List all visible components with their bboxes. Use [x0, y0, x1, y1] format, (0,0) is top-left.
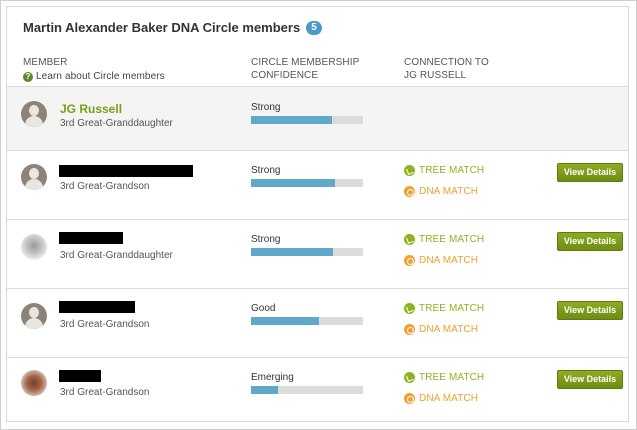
member-row: 3rd Great-Grandson Emerging TREE MATCH D…	[7, 357, 628, 421]
confidence-bar	[251, 116, 363, 124]
tree-match-icon	[404, 372, 415, 383]
dna-match-icon	[404, 324, 415, 335]
connection-column-header: CONNECTION TO JG RUSSELL	[404, 56, 489, 82]
confidence-header-line2: CONFIDENCE	[251, 70, 319, 81]
dna-match-label: DNA MATCH	[419, 393, 479, 404]
confidence-bar-fill	[251, 317, 320, 325]
dna-circle-panel: Martin Alexander Baker DNA Circle member…	[6, 6, 629, 422]
member-count-badge: 5	[306, 20, 322, 35]
confidence-label: Strong	[251, 234, 281, 245]
tree-match-icon	[404, 234, 415, 245]
tree-match-label: TREE MATCH	[419, 234, 485, 245]
avatar	[21, 101, 47, 127]
connection-header-line1: CONNECTION TO	[404, 57, 489, 68]
confidence-label: Strong	[251, 165, 281, 176]
tree-match-link[interactable]: TREE MATCH	[404, 165, 484, 176]
dna-match-link[interactable]: DNA MATCH	[404, 255, 478, 266]
relationship-text: 3rd Great-Grandson	[60, 319, 150, 330]
member-row: 3rd Great-Grandson Good TREE MATCH DNA M…	[7, 288, 628, 358]
member-row: 3rd Great-Granddaughter Strong TREE MATC…	[7, 219, 628, 289]
learn-link-label: Learn about Circle members	[36, 71, 165, 82]
dna-match-icon	[404, 186, 415, 197]
avatar	[21, 303, 47, 329]
member-name-link[interactable]: JG Russell	[60, 102, 122, 116]
member-column-header: MEMBER ? Learn about Circle members	[23, 56, 165, 83]
view-details-button[interactable]: View Details	[557, 163, 623, 182]
dna-match-label: DNA MATCH	[419, 324, 479, 335]
avatar	[21, 164, 47, 190]
confidence-bar	[251, 248, 363, 256]
member-row-self: JG Russell 3rd Great-Granddaughter Stron…	[7, 86, 628, 151]
confidence-bar	[251, 179, 363, 187]
dna-match-link[interactable]: DNA MATCH	[404, 324, 478, 335]
relationship-text: 3rd Great-Granddaughter	[60, 118, 173, 129]
member-header-label: MEMBER	[23, 57, 68, 68]
confidence-bar	[251, 386, 363, 394]
dna-match-label: DNA MATCH	[419, 255, 479, 266]
tree-match-label: TREE MATCH	[419, 303, 485, 314]
view-details-button[interactable]: View Details	[557, 301, 623, 320]
confidence-column-header: CIRCLE MEMBERSHIP CONFIDENCE	[251, 56, 359, 82]
tree-match-label: TREE MATCH	[419, 372, 485, 383]
view-details-button[interactable]: View Details	[557, 232, 623, 251]
redacted-name	[59, 370, 101, 382]
confidence-header-line1: CIRCLE MEMBERSHIP	[251, 57, 360, 68]
avatar	[21, 370, 47, 396]
question-circle-icon: ?	[23, 71, 33, 82]
dna-match-label: DNA MATCH	[419, 186, 479, 197]
dna-match-icon	[404, 393, 415, 404]
confidence-bar	[251, 317, 363, 325]
confidence-bar-fill	[251, 179, 335, 187]
connection-header-line2: JG RUSSELL	[404, 70, 467, 81]
confidence-label: Good	[251, 303, 276, 314]
avatar	[21, 234, 47, 260]
redacted-name	[59, 232, 123, 244]
dna-match-icon	[404, 255, 415, 266]
title-text: Martin Alexander Baker DNA Circle member…	[23, 20, 301, 35]
confidence-label: Strong	[251, 102, 281, 113]
tree-match-icon	[404, 165, 415, 176]
confidence-bar-fill	[251, 116, 332, 124]
window-frame: Martin Alexander Baker DNA Circle member…	[0, 0, 637, 430]
dna-match-link[interactable]: DNA MATCH	[404, 186, 478, 197]
relationship-text: 3rd Great-Grandson	[60, 387, 150, 398]
confidence-bar-fill	[251, 248, 333, 256]
relationship-text: 3rd Great-Granddaughter	[60, 250, 173, 261]
redacted-name	[59, 301, 135, 313]
member-row: 3rd Great-Grandson Strong TREE MATCH DNA…	[7, 150, 628, 220]
dna-match-link[interactable]: DNA MATCH	[404, 393, 478, 404]
confidence-label: Emerging	[251, 372, 294, 383]
learn-about-circle-link[interactable]: ? Learn about Circle members	[23, 70, 165, 83]
tree-match-link[interactable]: TREE MATCH	[404, 303, 484, 314]
view-details-button[interactable]: View Details	[557, 370, 623, 389]
tree-match-link[interactable]: TREE MATCH	[404, 234, 484, 245]
redacted-name	[59, 165, 193, 177]
page-title: Martin Alexander Baker DNA Circle member…	[23, 20, 322, 35]
tree-match-label: TREE MATCH	[419, 165, 485, 176]
relationship-text: 3rd Great-Grandson	[60, 181, 150, 192]
tree-match-icon	[404, 303, 415, 314]
confidence-bar-fill	[251, 386, 278, 394]
tree-match-link[interactable]: TREE MATCH	[404, 372, 484, 383]
